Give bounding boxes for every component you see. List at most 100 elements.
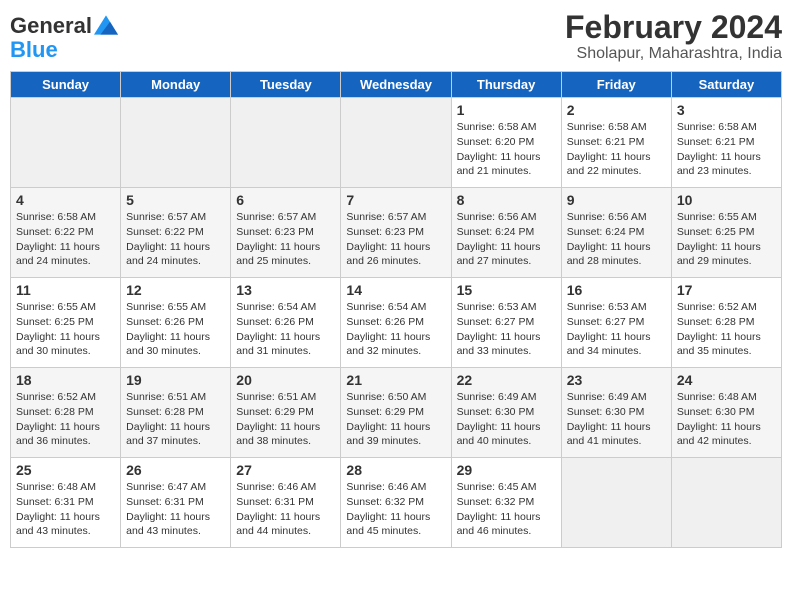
day-number: 16 [567, 282, 666, 298]
day-number: 23 [567, 372, 666, 388]
day-number: 25 [16, 462, 115, 478]
calendar-cell: 5Sunrise: 6:57 AMSunset: 6:22 PMDaylight… [121, 188, 231, 278]
day-number: 5 [126, 192, 225, 208]
calendar-header-row: SundayMondayTuesdayWednesdayThursdayFrid… [11, 72, 782, 98]
day-info: Sunrise: 6:55 AMSunset: 6:25 PMDaylight:… [16, 300, 115, 359]
calendar-cell: 28 Sunrise: 6:46 AMSunset: 6:32 PMDayligh… [341, 458, 451, 548]
day-number: 6 [236, 192, 335, 208]
calendar-cell: 16 Sunrise: 6:53 AMSunset: 6:27 PMDayligh… [561, 278, 671, 368]
day-info: Sunrise: 6:54 AMSunset: 6:26 PMDaylight:… [236, 300, 335, 359]
calendar-cell: 11 Sunrise: 6:55 AMSunset: 6:25 PMDayligh… [11, 278, 121, 368]
calendar-cell [341, 98, 451, 188]
day-info: Sunrise: 6:47 AMSunset: 6:31 PMDaylight:… [126, 480, 225, 539]
day-info: Sunrise: 6:46 AMSunset: 6:32 PMDaylight:… [346, 480, 445, 539]
day-info: Sunrise: 6:52 AMSunset: 6:28 PMDaylight:… [16, 390, 115, 449]
day-number: 22 [457, 372, 556, 388]
calendar-cell: 9Sunrise: 6:56 AMSunset: 6:24 PMDaylight… [561, 188, 671, 278]
calendar-cell: 26 Sunrise: 6:47 AMSunset: 6:31 PMDayligh… [121, 458, 231, 548]
day-info: Sunrise: 6:49 AMSunset: 6:30 PMDaylight:… [567, 390, 666, 449]
day-info: Sunrise: 6:57 AMSunset: 6:23 PMDaylight:… [346, 210, 445, 269]
day-number: 14 [346, 282, 445, 298]
calendar-cell: 12Sunrise: 6:55 AMSunset: 6:26 PMDayligh… [121, 278, 231, 368]
day-number: 3 [677, 102, 776, 118]
day-header-saturday: Saturday [671, 72, 781, 98]
day-info: Sunrise: 6:46 AMSunset: 6:31 PMDaylight:… [236, 480, 335, 539]
day-info: Sunrise: 6:56 AMSunset: 6:24 PMDaylight:… [457, 210, 556, 269]
day-header-friday: Friday [561, 72, 671, 98]
day-info: Sunrise: 6:58 AMSunset: 6:22 PMDaylight:… [16, 210, 115, 269]
day-number: 21 [346, 372, 445, 388]
calendar-week-1: 1 Sunrise: 6:58 AMSunset: 6:20 PMDaylight… [11, 98, 782, 188]
calendar-cell: 8Sunrise: 6:56 AMSunset: 6:24 PMDaylight… [451, 188, 561, 278]
day-number: 11 [16, 282, 115, 298]
calendar-cell: 6 Sunrise: 6:57 AMSunset: 6:23 PMDaylight… [231, 188, 341, 278]
day-info: Sunrise: 6:53 AMSunset: 6:27 PMDaylight:… [567, 300, 666, 359]
day-number: 29 [457, 462, 556, 478]
day-number: 17 [677, 282, 776, 298]
day-info: Sunrise: 6:51 AMSunset: 6:28 PMDaylight:… [126, 390, 225, 449]
day-info: Sunrise: 6:48 AMSunset: 6:30 PMDaylight:… [677, 390, 776, 449]
location-title: Sholapur, Maharashtra, India [565, 45, 782, 63]
calendar-cell: 2 Sunrise: 6:58 AMSunset: 6:21 PMDaylight… [561, 98, 671, 188]
day-number: 26 [126, 462, 225, 478]
day-info: Sunrise: 6:48 AMSunset: 6:31 PMDaylight:… [16, 480, 115, 539]
calendar-cell [231, 98, 341, 188]
logo: General Blue [10, 14, 118, 62]
day-number: 27 [236, 462, 335, 478]
day-number: 2 [567, 102, 666, 118]
day-number: 1 [457, 102, 556, 118]
calendar-cell [561, 458, 671, 548]
day-number: 15 [457, 282, 556, 298]
day-number: 28 [346, 462, 445, 478]
day-number: 24 [677, 372, 776, 388]
day-number: 12 [126, 282, 225, 298]
day-info: Sunrise: 6:58 AMSunset: 6:21 PMDaylight:… [677, 120, 776, 179]
calendar-cell: 29 Sunrise: 6:45 AMSunset: 6:32 PMDayligh… [451, 458, 561, 548]
day-header-sunday: Sunday [11, 72, 121, 98]
calendar-cell: 13 Sunrise: 6:54 AMSunset: 6:26 PMDayligh… [231, 278, 341, 368]
day-header-wednesday: Wednesday [341, 72, 451, 98]
day-info: Sunrise: 6:57 AMSunset: 6:23 PMDaylight:… [236, 210, 335, 269]
calendar-cell: 25 Sunrise: 6:48 AMSunset: 6:31 PMDayligh… [11, 458, 121, 548]
day-number: 18 [16, 372, 115, 388]
day-info: Sunrise: 6:51 AMSunset: 6:29 PMDaylight:… [236, 390, 335, 449]
calendar-week-4: 18 Sunrise: 6:52 AMSunset: 6:28 PMDayligh… [11, 368, 782, 458]
calendar-cell: 17Sunrise: 6:52 AMSunset: 6:28 PMDayligh… [671, 278, 781, 368]
calendar-cell: 27 Sunrise: 6:46 AMSunset: 6:31 PMDayligh… [231, 458, 341, 548]
day-number: 19 [126, 372, 225, 388]
calendar-cell: 22 Sunrise: 6:49 AMSunset: 6:30 PMDayligh… [451, 368, 561, 458]
title-area: February 2024 Sholapur, Maharashtra, Ind… [565, 10, 782, 63]
logo-icon [94, 15, 118, 35]
day-info: Sunrise: 6:50 AMSunset: 6:29 PMDaylight:… [346, 390, 445, 449]
calendar-cell: 7 Sunrise: 6:57 AMSunset: 6:23 PMDaylight… [341, 188, 451, 278]
calendar-cell: 18 Sunrise: 6:52 AMSunset: 6:28 PMDayligh… [11, 368, 121, 458]
calendar-week-3: 11 Sunrise: 6:55 AMSunset: 6:25 PMDayligh… [11, 278, 782, 368]
day-header-thursday: Thursday [451, 72, 561, 98]
calendar-cell: 3 Sunrise: 6:58 AMSunset: 6:21 PMDaylight… [671, 98, 781, 188]
day-number: 7 [346, 192, 445, 208]
logo-blue-text: Blue [10, 38, 58, 62]
calendar-cell: 24 Sunrise: 6:48 AMSunset: 6:30 PMDayligh… [671, 368, 781, 458]
day-info: Sunrise: 6:45 AMSunset: 6:32 PMDaylight:… [457, 480, 556, 539]
day-info: Sunrise: 6:49 AMSunset: 6:30 PMDaylight:… [457, 390, 556, 449]
day-number: 10 [677, 192, 776, 208]
calendar-week-2: 4 Sunrise: 6:58 AMSunset: 6:22 PMDaylight… [11, 188, 782, 278]
calendar-cell: 21 Sunrise: 6:50 AMSunset: 6:29 PMDayligh… [341, 368, 451, 458]
day-info: Sunrise: 6:58 AMSunset: 6:21 PMDaylight:… [567, 120, 666, 179]
day-info: Sunrise: 6:56 AMSunset: 6:24 PMDaylight:… [567, 210, 666, 269]
calendar-cell: 15Sunrise: 6:53 AMSunset: 6:27 PMDayligh… [451, 278, 561, 368]
calendar-cell: 20 Sunrise: 6:51 AMSunset: 6:29 PMDayligh… [231, 368, 341, 458]
day-info: Sunrise: 6:54 AMSunset: 6:26 PMDaylight:… [346, 300, 445, 359]
calendar-body: 1 Sunrise: 6:58 AMSunset: 6:20 PMDaylight… [11, 98, 782, 548]
calendar-week-5: 25 Sunrise: 6:48 AMSunset: 6:31 PMDayligh… [11, 458, 782, 548]
calendar-cell: 10Sunrise: 6:55 AMSunset: 6:25 PMDayligh… [671, 188, 781, 278]
day-number: 20 [236, 372, 335, 388]
calendar-cell: 19 Sunrise: 6:51 AMSunset: 6:28 PMDayligh… [121, 368, 231, 458]
calendar: SundayMondayTuesdayWednesdayThursdayFrid… [10, 71, 782, 548]
day-info: Sunrise: 6:58 AMSunset: 6:20 PMDaylight:… [457, 120, 556, 179]
day-number: 13 [236, 282, 335, 298]
calendar-cell: 23 Sunrise: 6:49 AMSunset: 6:30 PMDayligh… [561, 368, 671, 458]
day-header-monday: Monday [121, 72, 231, 98]
day-number: 4 [16, 192, 115, 208]
logo-text: General [10, 14, 92, 38]
